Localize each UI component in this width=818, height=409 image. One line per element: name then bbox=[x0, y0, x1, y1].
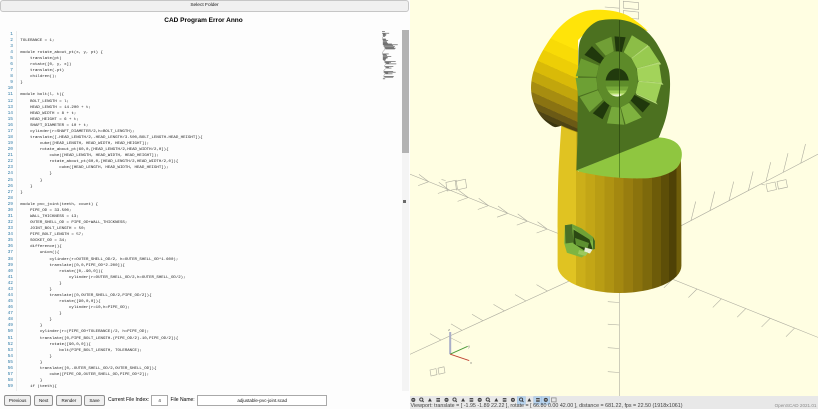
svg-text:OpenSCAD 2021.01: OpenSCAD 2021.01 bbox=[775, 403, 817, 408]
svg-text:Viewport: translate = [ -1.95: Viewport: translate = [ -1.95 -1.89 22.2… bbox=[411, 403, 683, 409]
